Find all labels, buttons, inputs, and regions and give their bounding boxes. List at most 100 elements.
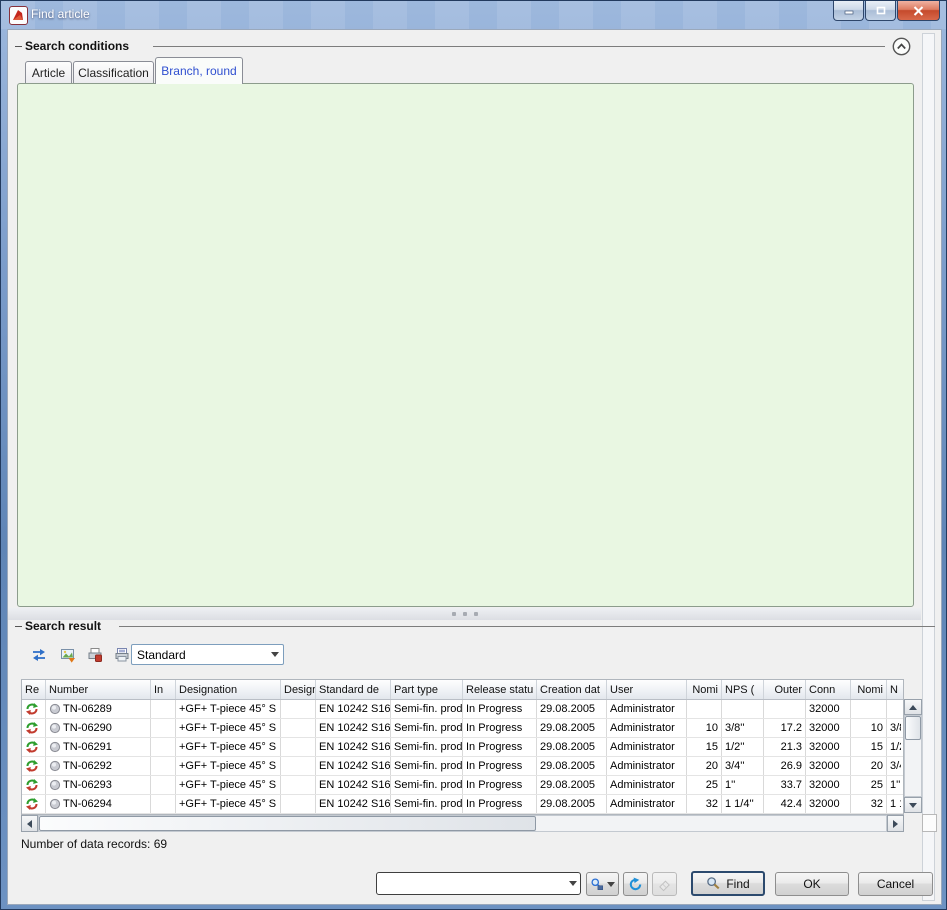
cell-nps-1: 1 1/4'': [722, 795, 764, 813]
cell-number: TN-06293: [46, 776, 151, 794]
column-header-user[interactable]: User: [607, 680, 687, 699]
cell-release-status: In Progress: [463, 738, 537, 756]
chevron-down-icon: [607, 882, 615, 887]
column-header-designation[interactable]: Designation: [176, 680, 281, 699]
save-search-icon: [590, 877, 604, 891]
release-status-icon: [25, 778, 39, 792]
cell-nominal-1: 32: [687, 795, 722, 813]
table-row[interactable]: TN-06292+GF+ T-piece 45° SEN 10242 S16Se…: [22, 757, 903, 776]
cell-release-icon: [22, 700, 46, 718]
column-header-nominal-2[interactable]: Nomi: [851, 680, 887, 699]
scroll-down-button[interactable]: [904, 797, 922, 813]
cell-user: Administrator: [607, 795, 687, 813]
print-icon: [114, 647, 130, 663]
cell-outer: 33.7: [764, 776, 806, 794]
table-row[interactable]: TN-06294+GF+ T-piece 45° SEN 10242 S16Se…: [22, 795, 903, 814]
cell-part-type: Semi-fin. prod: [391, 776, 463, 794]
column-header-connection[interactable]: Conn: [806, 680, 851, 699]
cell-nominal-1: 20: [687, 757, 722, 775]
table-row[interactable]: TN-06290+GF+ T-piece 45° SEN 10242 S16Se…: [22, 719, 903, 738]
cell-designation2: [281, 700, 316, 718]
table-body: TN-06289+GF+ T-piece 45° SEN 10242 S16Se…: [22, 700, 903, 814]
vertical-scroll-thumb[interactable]: [905, 716, 921, 740]
search-result-heading: Search result: [25, 619, 101, 633]
divider: [153, 46, 885, 47]
tab-article[interactable]: Article: [25, 61, 72, 83]
release-status-icon: [25, 797, 39, 811]
print-pdf-button[interactable]: [81, 642, 109, 668]
column-header-nps-1[interactable]: NPS (: [722, 680, 764, 699]
column-header-release-status[interactable]: Release statu: [463, 680, 537, 699]
table-vertical-scrollbar[interactable]: [904, 699, 922, 813]
cancel-button[interactable]: Cancel: [858, 872, 933, 896]
scroll-right-button[interactable]: [887, 815, 904, 832]
cell-release-icon: [22, 738, 46, 756]
cell-standard-designation: EN 10242 S16: [316, 738, 391, 756]
titlebar-glass: [1, 1, 947, 29]
table-row[interactable]: TN-06289+GF+ T-piece 45° SEN 10242 S16Se…: [22, 700, 903, 719]
cell-release-status: In Progress: [463, 719, 537, 737]
view-select[interactable]: Standard: [131, 644, 284, 665]
column-header-outer[interactable]: Outer: [764, 680, 806, 699]
column-header-nominal-1[interactable]: Nomi: [687, 680, 722, 699]
save-search-split-button[interactable]: [586, 872, 619, 896]
cell-number: TN-06291: [46, 738, 151, 756]
article-icon: [49, 703, 61, 715]
titlebar[interactable]: Find article: [1, 1, 947, 29]
cell-nps-1: 1'': [722, 776, 764, 794]
export-image-button[interactable]: [54, 642, 82, 668]
column-header-part-type[interactable]: Part type: [391, 680, 463, 699]
cell-nps-2: [887, 700, 901, 718]
table-row[interactable]: TN-06293+GF+ T-piece 45° SEN 10242 S16Se…: [22, 776, 903, 795]
chevron-down-icon[interactable]: [565, 873, 580, 894]
column-header-release-icon[interactable]: Re: [22, 680, 46, 699]
column-header-standard-designation[interactable]: Standard de: [316, 680, 391, 699]
cell-in: [151, 776, 176, 794]
article-icon: [49, 760, 61, 772]
collapse-section-button[interactable]: [892, 37, 911, 56]
column-header-number[interactable]: Number: [46, 680, 151, 699]
ok-button[interactable]: OK: [775, 872, 849, 896]
cell-part-type: Semi-fin. prod: [391, 738, 463, 756]
cell-creation-date: 29.08.2005: [537, 776, 607, 794]
tab-classification[interactable]: Classification: [73, 61, 154, 83]
table-horizontal-scrollbar[interactable]: [21, 815, 904, 832]
cell-standard-designation: EN 10242 S16: [316, 795, 391, 813]
column-header-in[interactable]: In: [151, 680, 176, 699]
horizontal-scroll-thumb[interactable]: [39, 816, 536, 831]
find-article-window: Find article Search conditions Article C…: [0, 0, 947, 910]
cell-designation: +GF+ T-piece 45° S: [176, 776, 281, 794]
maximize-button[interactable]: [865, 1, 896, 21]
cell-release-status: In Progress: [463, 757, 537, 775]
panel-splitter[interactable]: [8, 608, 921, 620]
table-row[interactable]: TN-06291+GF+ T-piece 45° SEN 10242 S16Se…: [22, 738, 903, 757]
divider: [15, 626, 22, 627]
cell-nominal-1: 15: [687, 738, 722, 756]
find-button[interactable]: Find: [691, 871, 765, 896]
cell-designation2: [281, 719, 316, 737]
cell-user: Administrator: [607, 776, 687, 794]
column-header-nps-2[interactable]: N: [887, 680, 901, 699]
tab-branch-round[interactable]: Branch, round: [155, 57, 243, 84]
column-header-designation2[interactable]: Desigr: [281, 680, 316, 699]
refresh-search-button[interactable]: [623, 872, 648, 896]
cell-nominal-2: 20: [851, 757, 887, 775]
minimize-button[interactable]: [833, 1, 864, 21]
cell-connection: 32000: [806, 700, 851, 718]
cell-designation: +GF+ T-piece 45° S: [176, 700, 281, 718]
scroll-left-button[interactable]: [21, 815, 38, 832]
cell-outer: 26.9: [764, 757, 806, 775]
column-header-creation-date[interactable]: Creation dat: [537, 680, 607, 699]
refresh-results-button[interactable]: [25, 642, 53, 668]
saved-search-select[interactable]: [376, 872, 581, 895]
cell-user: Administrator: [607, 700, 687, 718]
release-status-icon: [25, 759, 39, 773]
chevron-down-icon[interactable]: [267, 645, 283, 664]
scroll-up-button[interactable]: [904, 699, 922, 715]
cell-in: [151, 700, 176, 718]
cell-nps-2: 3/4'': [887, 757, 901, 775]
close-button[interactable]: [897, 1, 940, 21]
record-count-label: Number of data records: 69: [21, 837, 167, 851]
dialog-vertical-scrollbar[interactable]: [922, 33, 935, 901]
refresh-icon: [628, 877, 643, 892]
